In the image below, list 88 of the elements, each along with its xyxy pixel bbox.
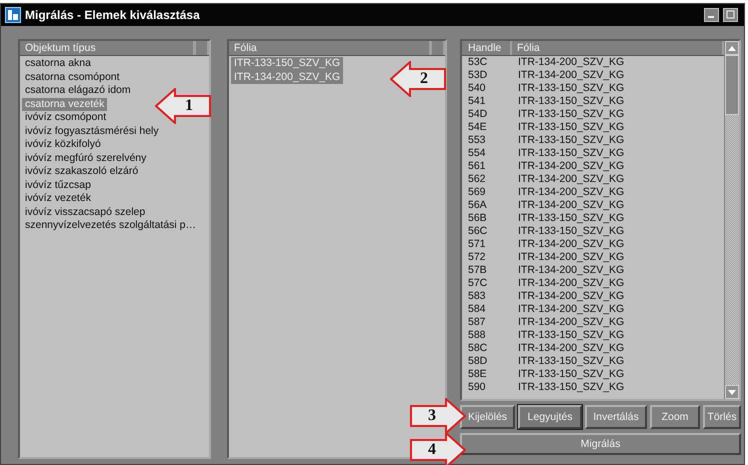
list-item[interactable]: ivóvíz közkifolyó <box>22 138 104 152</box>
minimize-button[interactable] <box>704 8 719 22</box>
table-cell-text: 53D <box>467 69 488 82</box>
table-cell-text: ITR-134-200_SZV_KG <box>517 69 624 82</box>
table-cell-text: 584 <box>467 303 487 316</box>
table-cell-text: ITR-134-200_SZV_KG <box>517 290 624 303</box>
table-cell-text: 571 <box>467 238 487 251</box>
table-cell-text: ITR-134-200_SZV_KG <box>517 264 624 277</box>
table-cell-text: ITR-133-150_SZV_KG <box>517 329 624 342</box>
table-cell-text: ITR-134-200_SZV_KG <box>517 56 624 69</box>
table-cell-text: 54D <box>467 108 488 121</box>
table-cell-text: 562 <box>467 173 487 186</box>
table-cell-text: 590 <box>467 381 487 394</box>
list-item[interactable]: ivóvíz vezeték <box>22 192 94 206</box>
table-cell-text: ITR-133-150_SZV_KG <box>517 212 624 225</box>
list-item[interactable]: szennyvízelvezetés szolgáltatási p… <box>22 219 199 232</box>
table-cell-text: 57C <box>467 277 488 290</box>
callout-arrow: 3 <box>410 398 466 434</box>
table-cell-text: 587 <box>467 316 487 329</box>
maximize-icon <box>724 9 737 21</box>
table-cell-text: 554 <box>467 147 487 160</box>
action-button[interactable]: Legyujtés <box>518 405 582 429</box>
table-cell-text: 53C <box>467 56 488 69</box>
list-item[interactable]: csatorna csomópont <box>22 70 123 84</box>
table-cell-text: ITR-134-200_SZV_KG <box>517 303 624 316</box>
table-cell-text: 56B <box>467 212 488 225</box>
action-button[interactable]: Zoom <box>650 405 700 429</box>
table-cell-text: ITR-134-200_SZV_KG <box>517 199 624 212</box>
table-cell-text: ITR-133-150_SZV_KG <box>517 121 624 134</box>
list-item[interactable]: ivóvíz szakaszoló elzáró <box>22 165 142 178</box>
table-cell-text: ITR-133-150_SZV_KG <box>517 225 624 238</box>
table-cell-text: 57B <box>467 264 488 277</box>
table-cell-text: 583 <box>467 290 487 303</box>
maximize-button[interactable] <box>723 8 738 22</box>
scroll-down-icon[interactable] <box>725 385 739 399</box>
app-icon <box>5 7 21 23</box>
migrate-button[interactable]: Migrálás <box>460 433 741 455</box>
list-item[interactable]: ivóvíz csomópont <box>22 111 110 124</box>
table-cell-text: ITR-134-200_SZV_KG <box>517 251 624 264</box>
table-cell-text: ITR-133-150_SZV_KG <box>517 95 624 108</box>
table-cell-text: 54E <box>467 121 488 134</box>
list-item[interactable]: ivóvíz visszacsapó szelep <box>22 206 148 219</box>
list-item[interactable]: csatorna akna <box>22 57 94 70</box>
table-cell-text: ITR-134-200_SZV_KG <box>517 186 624 199</box>
table-cell-text: 588 <box>467 329 487 342</box>
callout-arrow: 2 <box>390 61 446 97</box>
column-header[interactable]: Handle <box>462 41 512 55</box>
table-cell-text: ITR-134-200_SZV_KG <box>517 342 624 355</box>
table-cell-text: ITR-134-200_SZV_KG <box>517 277 624 290</box>
table-cell-text: 58C <box>467 342 488 355</box>
table-cell-text: 572 <box>467 251 487 264</box>
table-cell-text: 58D <box>467 355 488 368</box>
action-button[interactable]: Invertálás <box>585 405 647 429</box>
minimize-icon <box>708 16 714 18</box>
scrollbar[interactable] <box>724 41 739 399</box>
scroll-up-icon[interactable] <box>725 41 739 55</box>
table-cell-text: ITR-134-200_SZV_KG <box>517 238 624 251</box>
table-cell-text: 541 <box>467 95 487 108</box>
list-item[interactable]: ITR-133-150_SZV_KG <box>231 57 344 70</box>
table-cell-text: 561 <box>467 160 487 173</box>
table-cell-text: ITR-133-150_SZV_KG <box>517 381 624 394</box>
action-button[interactable]: Kijelölés <box>460 405 515 429</box>
table-cell-text: ITR-133-150_SZV_KG <box>517 355 624 368</box>
list-item[interactable]: csatorna elágazó idom <box>22 84 134 98</box>
table-cell-text: 540 <box>467 82 487 95</box>
table-cell-text: ITR-133-150_SZV_KG <box>517 108 624 121</box>
table-cell-text: 56A <box>467 199 488 212</box>
table-cell-text: ITR-133-150_SZV_KG <box>517 82 624 95</box>
table-cell-text: ITR-133-150_SZV_KG <box>517 368 624 381</box>
list-item[interactable]: ITR-134-200_SZV_KG <box>231 70 344 84</box>
table-cell-text: 569 <box>467 186 487 199</box>
scroll-thumb[interactable] <box>725 55 739 115</box>
callout-arrow: 4 <box>410 432 466 465</box>
table-cell-text: ITR-134-200_SZV_KG <box>517 173 624 186</box>
window-title: Migrálás - Elemek kiválasztása <box>25 8 201 22</box>
table-cell-text: ITR-134-200_SZV_KG <box>517 316 624 329</box>
list-item[interactable]: ivóvíz fogyasztásmérési hely <box>22 124 162 138</box>
list-item[interactable]: csatorna vezeték <box>22 98 108 111</box>
list-item[interactable]: ivóvíz tűzcsap <box>22 178 94 192</box>
table-cell-text: ITR-133-150_SZV_KG <box>517 134 624 147</box>
table-cell-text: ITR-133-150_SZV_KG <box>517 147 624 160</box>
action-button[interactable]: Törlés <box>703 405 741 429</box>
list-item[interactable]: ivóvíz megfúró szerelvény <box>22 152 150 165</box>
table-cell-text: ITR-134-200_SZV_KG <box>517 160 624 173</box>
table-cell-text: 58E <box>467 368 488 381</box>
table-cell-text: 56C <box>467 225 488 238</box>
table-cell-text: 553 <box>467 134 487 147</box>
callout-arrow: 1 <box>155 88 211 124</box>
